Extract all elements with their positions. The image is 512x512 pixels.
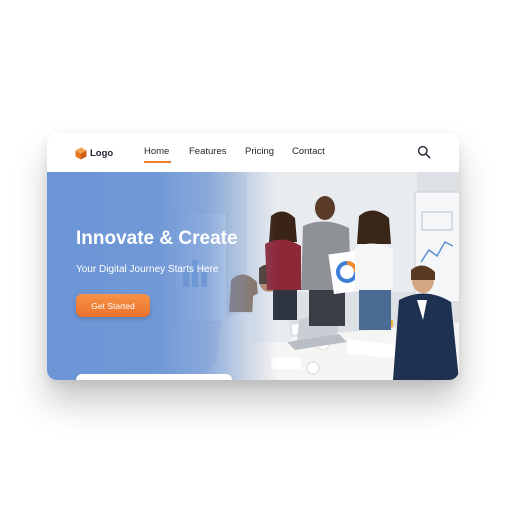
hero-subtitle: Your Digital Journey Starts Here <box>76 264 219 275</box>
navbar: Logo Home Features Pricing Contact <box>47 133 459 172</box>
hero-section: Innovate & Create Your Digital Journey S… <box>47 172 459 380</box>
nav-item-contact[interactable]: Contact <box>292 146 325 157</box>
nav-item-pricing[interactable]: Pricing <box>245 146 274 157</box>
cube-logo-icon <box>75 147 87 159</box>
hero-blue-overlay <box>47 172 459 380</box>
logo[interactable]: Logo <box>75 145 113 161</box>
hero-title: Innovate & Create <box>76 228 238 249</box>
active-nav-indicator <box>144 161 171 163</box>
content-panel-edge <box>76 374 232 380</box>
page-stage: Logo Home Features Pricing Contact Innov… <box>0 0 512 512</box>
nav-item-home[interactable]: Home <box>144 146 169 157</box>
search-icon[interactable] <box>417 145 431 159</box>
website-mockup-card: Logo Home Features Pricing Contact Innov… <box>47 133 459 380</box>
get-started-button[interactable]: Get Started <box>76 294 150 317</box>
logo-text: Logo <box>90 147 114 159</box>
nav-item-features[interactable]: Features <box>189 146 227 157</box>
